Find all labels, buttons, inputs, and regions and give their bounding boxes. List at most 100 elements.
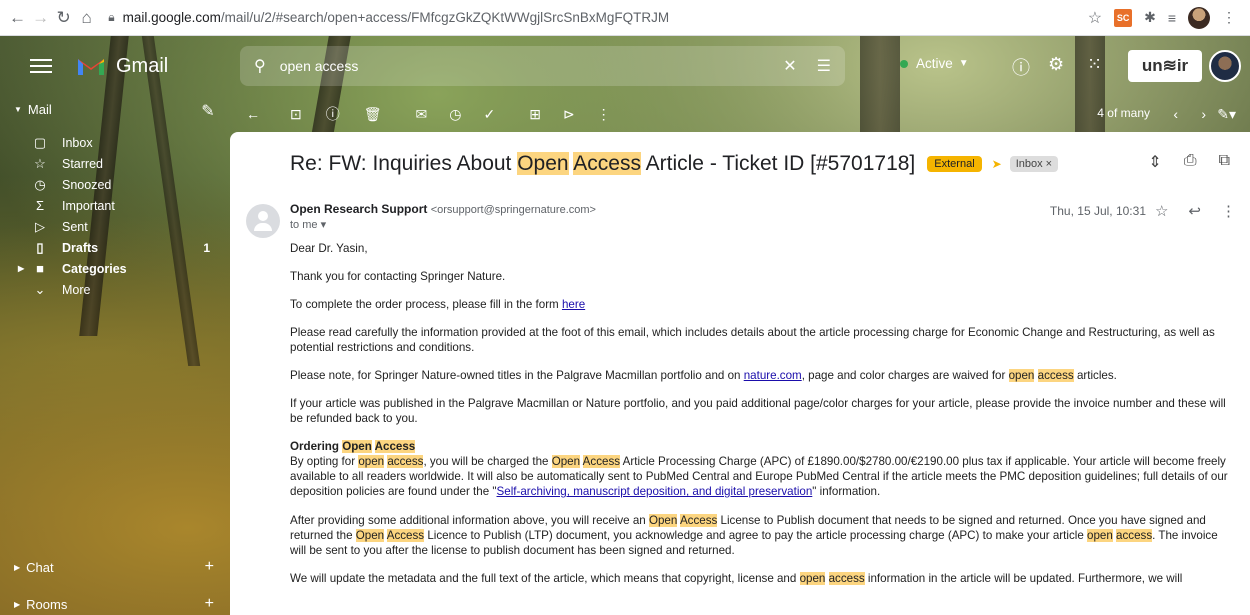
url-domain: mail.google.com bbox=[122, 10, 221, 25]
back-icon[interactable]: ← bbox=[6, 6, 29, 30]
delete-icon[interactable]: 🗑︎ bbox=[364, 106, 382, 123]
move-to-icon[interactable]: ⊞ bbox=[529, 106, 541, 123]
extension-sc-icon[interactable]: SC bbox=[1114, 8, 1133, 27]
sidebar-item-more[interactable]: ⌄ More bbox=[30, 279, 230, 300]
mail-section-header[interactable]: ▼ Mail bbox=[14, 102, 52, 117]
highlight: open bbox=[358, 455, 385, 468]
nature-link[interactable]: nature.com bbox=[744, 369, 802, 382]
sender-name[interactable]: Open Research Support <orsupport@springe… bbox=[290, 202, 596, 216]
label-icon: ■ bbox=[36, 261, 44, 276]
clear-search-icon[interactable]: ✕ bbox=[783, 56, 796, 76]
sidebar-item-starred[interactable]: ☆ Starred bbox=[30, 153, 230, 174]
sidebar-item-drafts[interactable]: ▯ Drafts 1 bbox=[30, 237, 230, 258]
older-icon[interactable]: › bbox=[1201, 106, 1206, 122]
sender-email: <orsupport@springernature.com> bbox=[430, 204, 596, 216]
recipient-details[interactable]: to me ▾ bbox=[290, 218, 326, 231]
account-avatar[interactable] bbox=[1209, 50, 1241, 82]
gmail-header: Gmail ⚲ open access ✕ ☰ Active ▼ ⓘ ⚙ ⁙ u… bbox=[0, 36, 1250, 96]
chevron-down-icon: ▼ bbox=[958, 58, 969, 69]
text: " information. bbox=[812, 485, 881, 498]
inbox-label-chip[interactable]: Inbox × bbox=[1009, 156, 1059, 172]
compose-button[interactable]: ✎ bbox=[188, 96, 228, 126]
report-spam-icon[interactable]: ⓘ bbox=[326, 104, 340, 124]
text: , page and color charges are waived for bbox=[801, 369, 1009, 382]
highlight: access bbox=[1037, 369, 1074, 382]
settings-gear-icon[interactable]: ⚙ bbox=[1048, 54, 1064, 75]
gmail-logo[interactable]: Gmail bbox=[76, 55, 168, 78]
add-task-icon[interactable]: ✓ bbox=[483, 106, 495, 123]
browser-menu-icon[interactable]: ⋮ bbox=[1222, 9, 1236, 26]
search-input[interactable]: open access bbox=[280, 58, 359, 74]
search-bar[interactable]: ⚲ open access ✕ ☰ bbox=[240, 46, 845, 86]
lock-icon: 🔒︎ bbox=[108, 10, 115, 24]
sender-avatar bbox=[246, 204, 280, 238]
expand-caret-icon[interactable]: ▶ bbox=[18, 264, 24, 273]
paragraph: Ordering Open Access By opting for open a… bbox=[290, 439, 1230, 499]
more-vert-icon[interactable]: ⋮ bbox=[597, 106, 611, 123]
sidebar-item-important[interactable]: Σ Important bbox=[30, 195, 230, 216]
email-body: Dear Dr. Yasin, Thank you for contacting… bbox=[290, 241, 1230, 599]
search-icon[interactable]: ⚲ bbox=[254, 56, 266, 76]
input-tools-icon[interactable]: ✎▾ bbox=[1217, 106, 1236, 123]
add-chat-icon[interactable]: + bbox=[205, 558, 214, 576]
reload-icon[interactable]: ↻ bbox=[52, 6, 75, 30]
reply-icon[interactable]: ↩ bbox=[1188, 202, 1201, 220]
important-icon: Σ bbox=[35, 198, 45, 213]
status-label: Active bbox=[916, 56, 953, 71]
org-logo: un≋ir bbox=[1128, 50, 1202, 82]
paragraph: If your article was published in the Pal… bbox=[290, 397, 1226, 425]
send-icon: ▷ bbox=[35, 218, 45, 234]
expand-all-icon[interactable]: ⇕ bbox=[1148, 152, 1161, 172]
bookmark-star-icon[interactable]: ☆ bbox=[1088, 8, 1102, 28]
paragraph: After providing some additional informat… bbox=[290, 513, 1230, 558]
self-archiving-link[interactable]: Self-archiving, manuscript deposition, a… bbox=[497, 485, 813, 498]
address-bar[interactable]: 🔒︎ mail.google.com/mail/u/2/#search/open… bbox=[108, 4, 1088, 32]
form-link[interactable]: here bbox=[562, 298, 585, 311]
text: Licence to Publish (LTP) document, you a… bbox=[424, 529, 1087, 542]
inbox-icon: ▢ bbox=[33, 134, 47, 150]
archive-icon[interactable]: ⊡ bbox=[290, 106, 302, 123]
important-marker-icon[interactable]: ➤ bbox=[992, 157, 1002, 171]
apps-grid-icon[interactable]: ⁙ bbox=[1087, 54, 1102, 75]
star-icon[interactable]: ☆ bbox=[1155, 202, 1168, 220]
extensions-puzzle-icon[interactable]: ✱ bbox=[1144, 9, 1156, 26]
browser-profile-avatar[interactable] bbox=[1188, 6, 1210, 29]
reading-list-icon[interactable]: ≡ bbox=[1168, 10, 1176, 26]
browser-toolbar: ← → ↻ ⌂ 🔒︎ mail.google.com/mail/u/2/#sea… bbox=[0, 0, 1250, 36]
pager-label: 4 of many bbox=[1097, 106, 1150, 120]
main-menu-icon[interactable] bbox=[30, 59, 52, 73]
forward-icon[interactable]: → bbox=[29, 6, 52, 30]
sidebar-item-label: Starred bbox=[62, 156, 103, 171]
label-tag-icon[interactable]: ⊳ bbox=[563, 106, 575, 123]
snooze-icon[interactable]: ◷ bbox=[449, 106, 461, 123]
home-icon[interactable]: ⌂ bbox=[75, 6, 98, 30]
rooms-label: Rooms bbox=[26, 596, 68, 612]
sidebar-item-label: Inbox bbox=[62, 135, 93, 150]
add-room-icon[interactable]: + bbox=[205, 595, 214, 613]
highlight: access bbox=[1116, 529, 1153, 542]
search-options-icon[interactable]: ☰ bbox=[817, 56, 831, 76]
status-selector[interactable]: Active ▼ bbox=[900, 56, 969, 71]
paragraph: Please note, for Springer Nature-owned t… bbox=[290, 368, 1230, 383]
paragraph: Please read carefully the information pr… bbox=[290, 326, 1215, 354]
sidebar-item-sent[interactable]: ▷ Sent bbox=[30, 216, 230, 237]
subject-highlight: Open bbox=[517, 152, 569, 175]
drafts-count: 1 bbox=[203, 240, 210, 255]
sidebar-item-categories[interactable]: ▶ ■ Categories bbox=[18, 258, 230, 279]
sidebar-item-snoozed[interactable]: ◷ Snoozed bbox=[30, 174, 230, 195]
chat-section[interactable]: ▶ Chat + bbox=[14, 558, 214, 576]
clock-icon: ◷ bbox=[34, 176, 46, 192]
highlight: open bbox=[799, 572, 826, 585]
open-new-window-icon[interactable]: ⧉ bbox=[1219, 152, 1230, 172]
help-icon[interactable]: ⓘ bbox=[1012, 54, 1030, 80]
sidebar-item-inbox[interactable]: ▢ Inbox bbox=[30, 132, 230, 153]
rooms-section[interactable]: ▶ Rooms + bbox=[14, 595, 214, 613]
more-options-icon[interactable]: ⋮ bbox=[1221, 202, 1236, 220]
newer-icon[interactable]: ‹ bbox=[1173, 106, 1178, 122]
back-arrow-icon[interactable]: ← bbox=[246, 106, 260, 122]
text: We will update the metadata and the full… bbox=[290, 572, 800, 585]
print-icon[interactable]: ⎙ bbox=[1184, 152, 1197, 172]
mark-unread-icon[interactable]: ✉ bbox=[416, 106, 428, 123]
paragraph: We will update the metadata and the full… bbox=[290, 571, 1230, 586]
message-view: Re: FW: Inquiries About Open Access Arti… bbox=[230, 132, 1250, 615]
